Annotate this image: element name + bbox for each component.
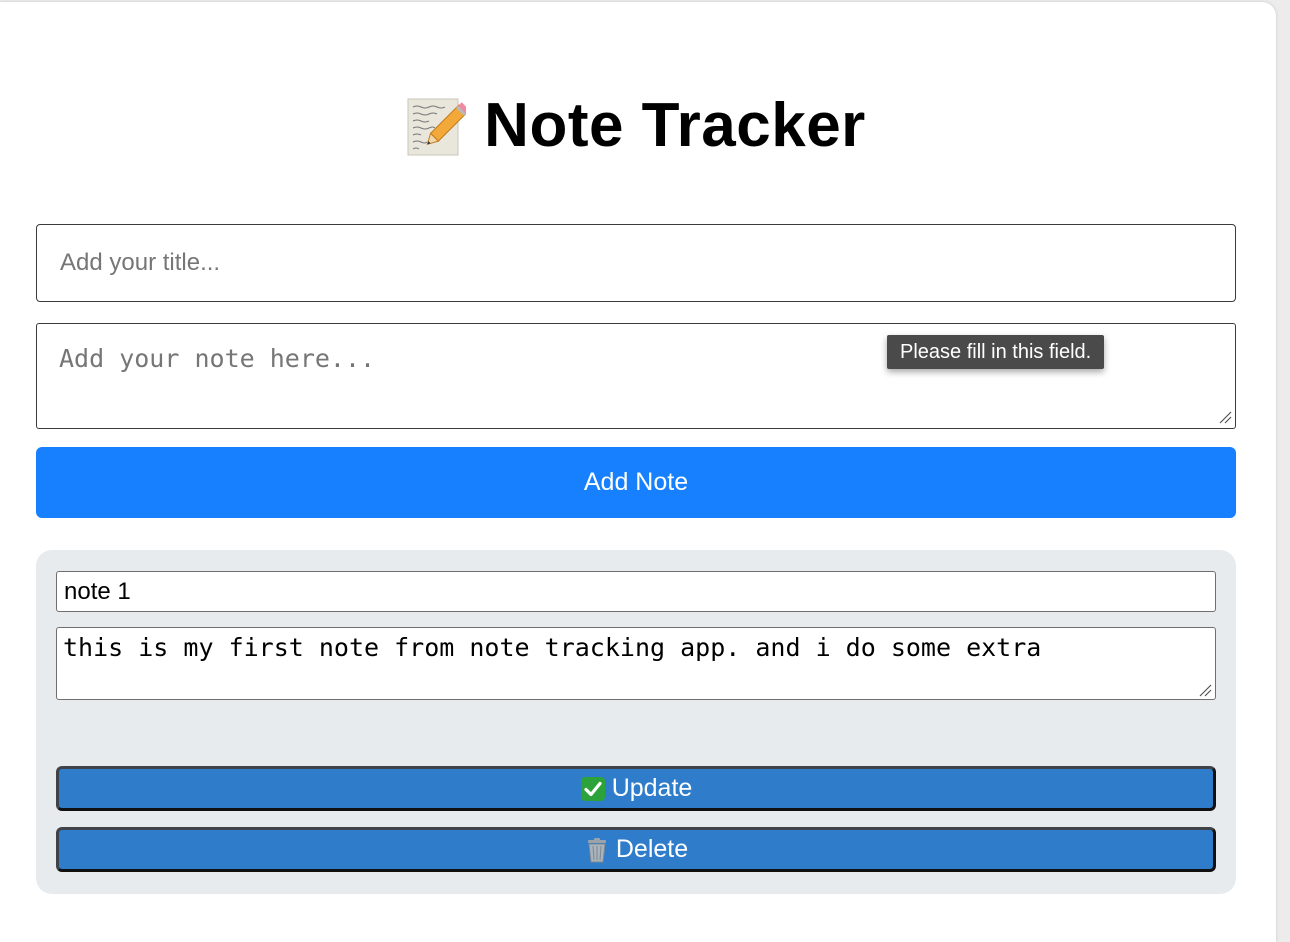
update-button[interactable]: Update (56, 766, 1216, 811)
app-card: Note Tracker Please fill in this field. … (0, 2, 1276, 942)
check-mark-icon (580, 776, 605, 801)
validation-tooltip: Please fill in this field. (887, 335, 1105, 369)
title-input[interactable] (36, 224, 1236, 302)
header: Note Tracker (0, 90, 1272, 162)
note-body-field[interactable]: this is my first note from note tracking… (56, 627, 1216, 700)
note-card: this is my first note from note tracking… (36, 550, 1236, 894)
trash-can-icon (587, 837, 606, 862)
memo-pencil-icon (407, 98, 467, 156)
update-button-label: Update (611, 774, 693, 802)
resize-handle-icon[interactable] (1198, 683, 1212, 697)
page-title: Note Tracker (484, 91, 866, 160)
note-title-field[interactable] (56, 571, 1216, 612)
delete-button-label: Delete (615, 835, 689, 863)
add-note-button[interactable]: Add Note (36, 447, 1236, 518)
delete-button[interactable]: Delete (56, 827, 1216, 872)
resize-handle-icon[interactable] (1218, 410, 1232, 424)
